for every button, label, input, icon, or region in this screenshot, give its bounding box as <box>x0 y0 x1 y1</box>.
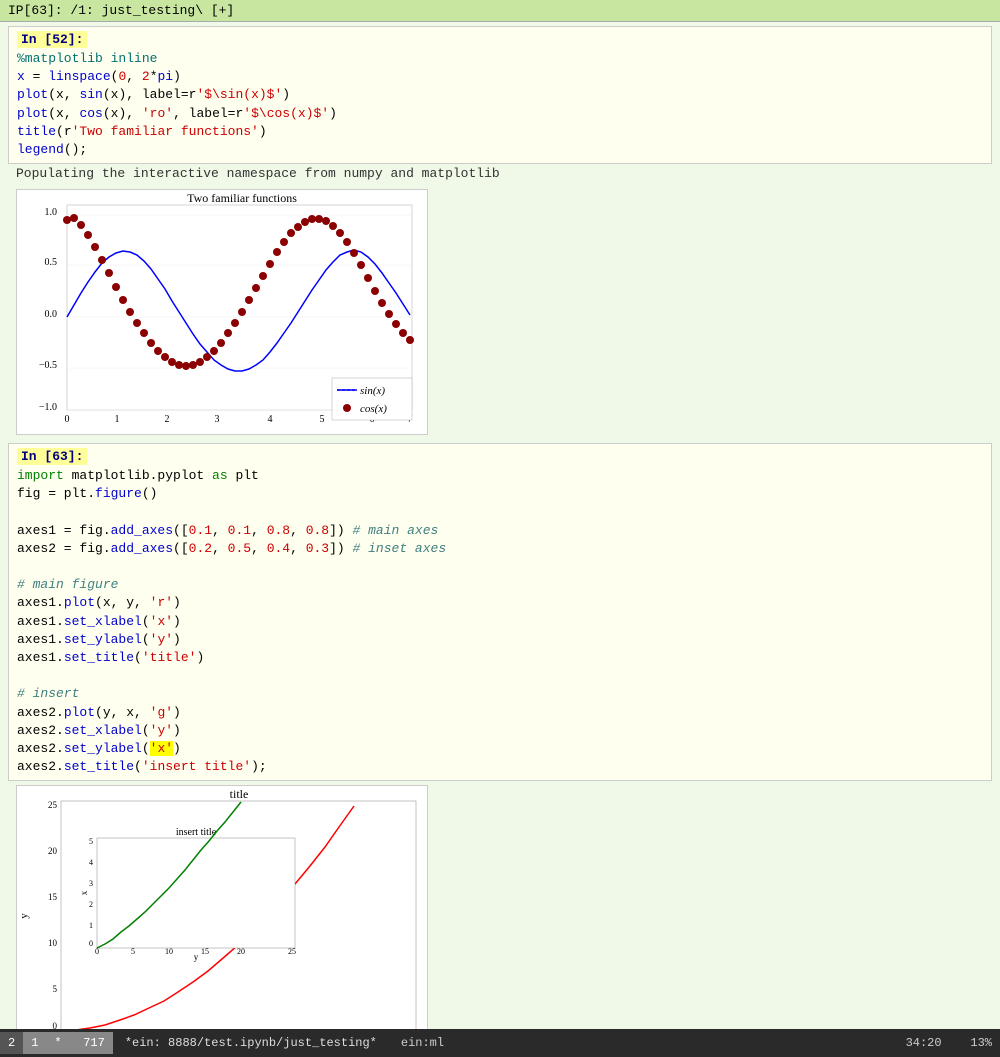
svg-text:5: 5 <box>53 984 58 994</box>
svg-text:0: 0 <box>89 939 93 948</box>
cell-63-code: import matplotlib.pyplot as plt fig = pl… <box>17 467 983 776</box>
svg-text:y: y <box>194 952 199 962</box>
plot-1-svg: Two familiar functions 1.0 0.5 0.0 −0.5 … <box>17 190 427 430</box>
plot-2: title y x 25 20 15 10 5 0 0 1 2 3 4 5 <box>16 785 428 1029</box>
status-cell-1: 1 <box>23 1032 46 1054</box>
svg-text:y: y <box>18 913 30 919</box>
svg-text:1: 1 <box>89 921 93 930</box>
status-mode: ein:ml <box>389 1032 456 1054</box>
status-cell-2: 2 <box>0 1032 23 1054</box>
svg-text:1.0: 1.0 <box>45 207 58 218</box>
statusbar: 2 1 * 717 *ein: 8888/test.ipynb/just_tes… <box>0 1029 1000 1057</box>
svg-text:cos(x): cos(x) <box>360 403 387 415</box>
svg-text:title: title <box>230 787 249 801</box>
notebook[interactable]: In [52]: %matplotlib inline x = linspace… <box>0 22 1000 1029</box>
status-pos: 34:20 <box>906 1036 942 1050</box>
status-file: *ein: 8888/test.ipynb/just_testing* <box>113 1032 389 1054</box>
svg-text:15: 15 <box>48 892 58 902</box>
svg-text:25: 25 <box>48 800 58 810</box>
svg-text:4: 4 <box>268 414 273 425</box>
cell-52-prompt: In [52]: <box>17 31 87 48</box>
cell-63-input[interactable]: In [63]: import matplotlib.pyplot as plt… <box>8 443 992 781</box>
cell-52-output-text: Populating the interactive namespace fro… <box>16 166 500 181</box>
svg-text:0.5: 0.5 <box>45 257 58 268</box>
plot-1: Two familiar functions 1.0 0.5 0.0 −0.5 … <box>16 189 428 435</box>
svg-text:−0.5: −0.5 <box>39 360 57 371</box>
status-position: 34:20 13% <box>898 1032 1000 1054</box>
svg-text:20: 20 <box>48 846 58 856</box>
svg-text:1: 1 <box>115 414 120 425</box>
status-linecount: 717 <box>83 1036 105 1050</box>
svg-text:−1.0: −1.0 <box>39 402 57 413</box>
cell-52-input[interactable]: In [52]: %matplotlib inline x = linspace… <box>8 26 992 164</box>
svg-text:x: x <box>79 891 89 896</box>
svg-text:4: 4 <box>89 858 93 867</box>
cell-52-output: Populating the interactive namespace fro… <box>8 164 992 185</box>
svg-text:0: 0 <box>95 947 99 956</box>
plot-2-svg: title y x 25 20 15 10 5 0 0 1 2 3 4 5 <box>17 786 427 1029</box>
svg-text:sin(x): sin(x) <box>360 385 385 397</box>
svg-text:insert title: insert title <box>176 827 217 838</box>
svg-text:15: 15 <box>201 947 209 956</box>
svg-text:5: 5 <box>131 947 135 956</box>
titlebar-text: IP[63]: /1: just_testing\ [+] <box>8 3 234 18</box>
svg-text:20: 20 <box>237 947 245 956</box>
svg-text:3: 3 <box>89 879 93 888</box>
cell-63-prompt: In [63]: <box>17 448 87 465</box>
cell-52: In [52]: %matplotlib inline x = linspace… <box>8 26 992 439</box>
svg-text:5: 5 <box>320 414 325 425</box>
svg-text:0: 0 <box>53 1021 58 1029</box>
status-modified: * <box>54 1036 61 1050</box>
svg-text:10: 10 <box>48 938 58 948</box>
svg-text:5: 5 <box>89 837 93 846</box>
status-percent: 13% <box>970 1036 992 1050</box>
svg-text:25: 25 <box>288 947 296 956</box>
titlebar: IP[63]: /1: just_testing\ [+] <box>0 0 1000 22</box>
cell-52-code: %matplotlib inline x = linspace(0, 2*pi)… <box>17 50 983 159</box>
svg-text:2: 2 <box>165 414 170 425</box>
svg-text:0: 0 <box>65 414 70 425</box>
svg-text:2: 2 <box>89 900 93 909</box>
status-indicator: * 717 <box>46 1032 112 1054</box>
svg-text:0.0: 0.0 <box>45 309 58 320</box>
cell-63: In [63]: import matplotlib.pyplot as plt… <box>8 443 992 1029</box>
plot1-title: Two familiar functions <box>187 191 297 205</box>
svg-text:10: 10 <box>165 947 173 956</box>
svg-text:3: 3 <box>215 414 220 425</box>
